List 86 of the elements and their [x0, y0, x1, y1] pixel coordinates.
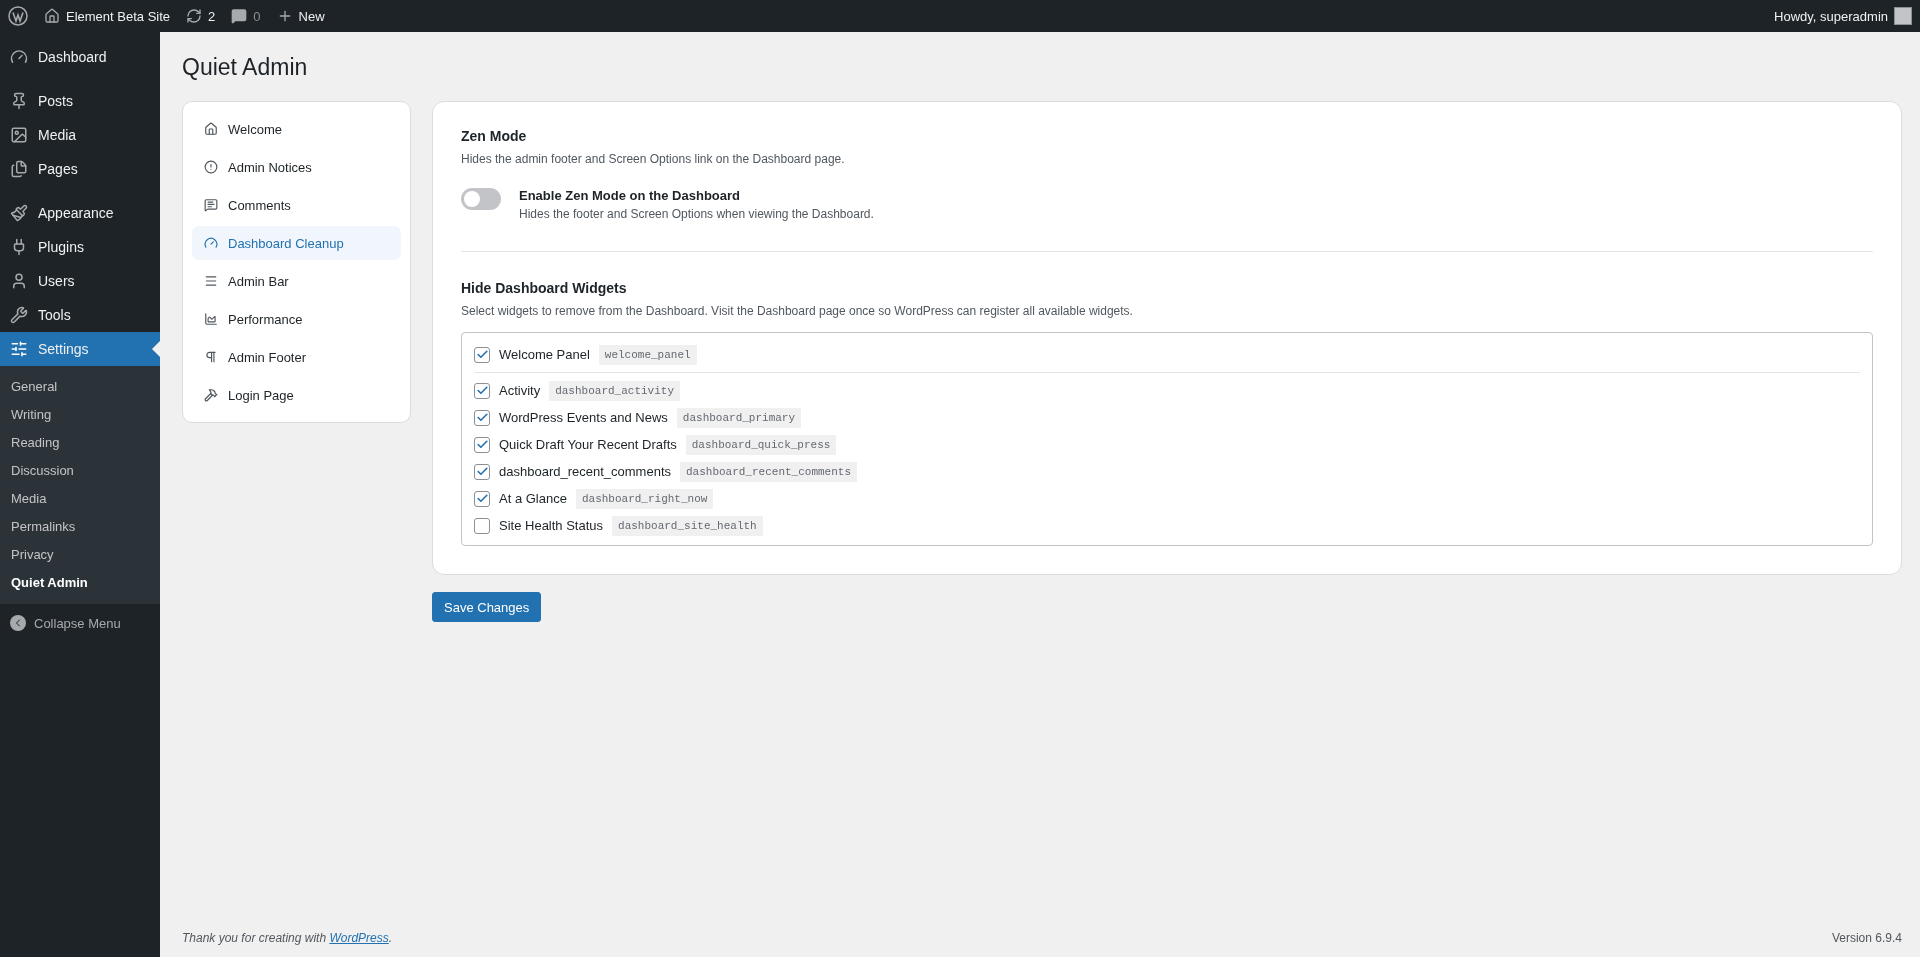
wordpress-logo-icon[interactable] — [8, 6, 28, 26]
checkbox[interactable] — [474, 436, 490, 453]
widget-label: Activity — [499, 383, 541, 398]
checkbox[interactable] — [474, 382, 490, 399]
collapse-menu-button[interactable]: Collapse Menu — [0, 608, 160, 638]
checkbox[interactable] — [474, 463, 490, 480]
submenu-item[interactable]: Media — [0, 484, 160, 512]
sidebar-item[interactable]: Plugins — [0, 230, 160, 264]
sidebar-item[interactable]: Appearance — [0, 196, 160, 230]
submenu-item[interactable]: Privacy — [0, 540, 160, 568]
paintbrush-icon — [10, 204, 28, 222]
widget-label: dashboard_recent_comments — [499, 464, 671, 479]
new-link[interactable]: New — [298, 8, 325, 24]
section-description: Hides the admin footer and Screen Options link on the Dashboard page. — [461, 152, 846, 166]
settings-tab[interactable]: Login Page — [192, 378, 401, 412]
widget-id-code: dashboard_activity — [549, 380, 680, 401]
widget-id-code: dashboard_site_health — [612, 515, 763, 536]
widget-label: Welcome Panel — [499, 347, 590, 362]
widget-label: WordPress Events and News — [499, 410, 668, 425]
sidebar-item[interactable]: Pages — [0, 152, 160, 186]
settings-tab[interactable]: Admin Notices — [192, 150, 401, 184]
current-menu-pointer — [152, 341, 160, 357]
sidebar-item[interactable]: Settings — [0, 332, 160, 366]
user-icon — [10, 272, 28, 290]
section-title: Zen Mode — [461, 128, 528, 144]
site-name-link[interactable]: Element Beta Site — [66, 8, 171, 24]
widget-id-code: dashboard_quick_press — [685, 434, 837, 455]
submenu-item[interactable]: Reading — [0, 428, 160, 456]
home-icon — [204, 122, 218, 136]
widget-label: Site Health Status — [499, 518, 604, 533]
widget-label: At a Glance — [499, 491, 567, 506]
widget-id-code: dashboard_right_now — [575, 488, 714, 509]
checkbox[interactable] — [474, 517, 490, 534]
widget-id-code: dashboard_recent_comments — [680, 461, 858, 482]
pages-icon — [10, 160, 28, 178]
submenu-item[interactable]: Discussion — [0, 456, 160, 484]
hammer-icon — [204, 388, 218, 402]
submenu-item[interactable]: General — [0, 372, 160, 400]
gauge-icon — [10, 48, 28, 66]
settings-tab[interactable]: Dashboard Cleanup — [192, 226, 401, 260]
home-icon — [44, 8, 60, 24]
chart-icon — [204, 312, 218, 326]
comment-icon[interactable] — [231, 8, 248, 24]
footer-credit: Thank you for creating with WordPress. — [182, 931, 393, 945]
image-icon — [10, 126, 28, 144]
submenu-item[interactable]: Permalinks — [0, 512, 160, 540]
checkbox[interactable] — [474, 490, 490, 507]
page-title: Quiet Admin — [182, 54, 309, 81]
sidebar-item[interactable]: Users — [0, 264, 160, 298]
comments-count: 0 — [253, 8, 261, 24]
submenu-item[interactable]: Quiet Admin — [0, 568, 160, 596]
widget-id-code: welcome_panel — [598, 344, 697, 365]
menu-icon — [204, 274, 218, 288]
alert-icon — [204, 160, 218, 174]
sidebar-item[interactable]: Dashboard — [0, 40, 160, 74]
wordpress-link[interactable]: WordPress — [329, 931, 389, 945]
refresh-icon[interactable] — [186, 8, 203, 24]
save-changes-button[interactable]: Save Changes — [432, 592, 542, 622]
checkbox[interactable] — [474, 409, 490, 426]
sidebar-item[interactable]: Posts — [0, 84, 160, 118]
collapse-icon — [10, 615, 26, 631]
sliders-icon — [10, 340, 28, 358]
toggle-help: Hides the footer and Screen Options when viewing the Dashboard. — [519, 207, 874, 221]
gauge-icon — [204, 236, 218, 250]
pin-icon — [10, 92, 28, 110]
pilcrow-icon — [204, 350, 218, 364]
wrench-icon — [10, 306, 28, 324]
greeting-link[interactable]: Howdy, superadmin — [1774, 8, 1888, 24]
settings-tab[interactable]: Admin Footer — [192, 340, 401, 374]
widget-label: Quick Draft Your Recent Drafts — [499, 437, 677, 452]
settings-tab[interactable]: Performance — [192, 302, 401, 336]
checkbox[interactable] — [474, 346, 490, 363]
section-description: Select widgets to remove from the Dashboard. Visit the Dashboard page once so WordPress can register all available widgets. — [461, 304, 1134, 318]
updates-count: 2 — [208, 8, 216, 24]
widget-id-code: dashboard_primary — [676, 407, 802, 428]
sidebar-item[interactable]: Media — [0, 118, 160, 152]
settings-tab[interactable]: Welcome — [192, 112, 401, 146]
settings-tab[interactable]: Admin Bar — [192, 264, 401, 298]
comment-icon — [204, 198, 218, 212]
version-text: Version 6.9.4 — [1831, 931, 1902, 945]
toggle-label: Enable Zen Mode on the Dashboard — [519, 188, 742, 203]
section-title: Hide Dashboard Widgets — [461, 280, 628, 296]
settings-tab[interactable]: Comments — [192, 188, 401, 222]
toggle-switch[interactable] — [461, 188, 501, 210]
sidebar-item[interactable]: Tools — [0, 298, 160, 332]
submenu-item[interactable]: Writing — [0, 400, 160, 428]
